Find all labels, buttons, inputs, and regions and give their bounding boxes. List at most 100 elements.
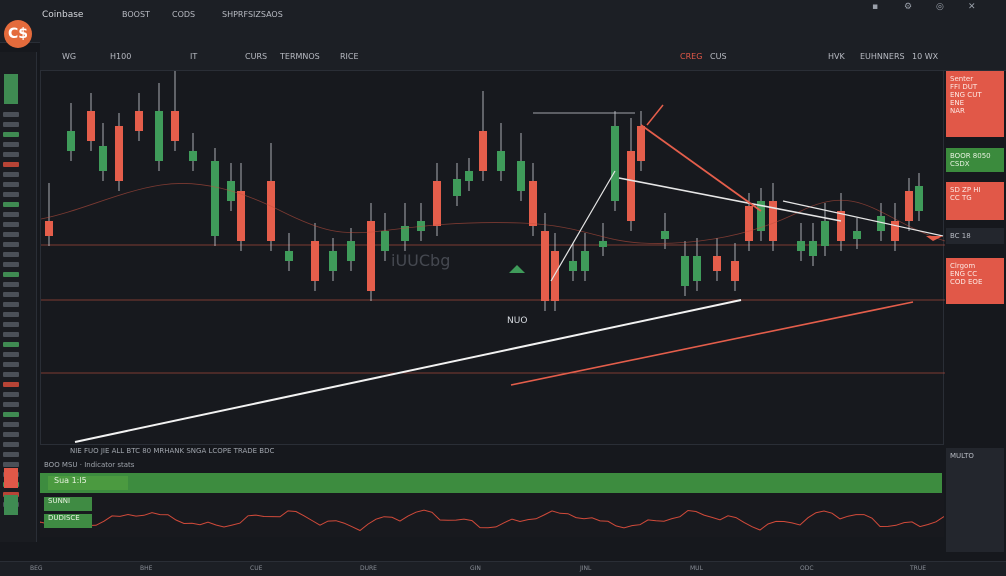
candle-body — [311, 241, 319, 281]
price-chart[interactable]: NUO iUUCbg — [40, 68, 946, 446]
sell-line: NAR — [950, 107, 965, 115]
candle-body — [211, 161, 219, 236]
candlestick-canvas[interactable]: NUO iUUCbg — [40, 68, 946, 446]
minimize-icon[interactable]: ▪ — [872, 2, 878, 12]
watchlist-row[interactable] — [3, 272, 19, 277]
toolbar-item[interactable]: 10 WX — [912, 52, 938, 61]
watchlist-row[interactable] — [3, 182, 19, 187]
watchlist-row[interactable] — [3, 332, 19, 337]
candle-body — [189, 151, 197, 161]
watchlist-row[interactable] — [3, 262, 19, 267]
watchlist-row[interactable] — [3, 232, 19, 237]
watchlist-row[interactable] — [3, 462, 19, 467]
watchlist-row[interactable] — [3, 402, 19, 407]
watchlist-row[interactable] — [3, 242, 19, 247]
watchlist-row[interactable] — [3, 252, 19, 257]
watchlist-row[interactable] — [3, 202, 19, 207]
chart-marker-label: NUO — [507, 316, 527, 326]
watchlist-row[interactable] — [3, 352, 19, 357]
candle-body — [45, 221, 53, 236]
indicator-button[interactable]: DUDISCE — [44, 514, 92, 528]
toolbar-item[interactable]: H100 — [110, 52, 131, 61]
order-panel[interactable]: SD ZP HI CC TG — [946, 182, 1004, 220]
watchlist-row[interactable] — [3, 172, 19, 177]
bottom-bar-item[interactable]: CUE — [250, 565, 262, 572]
indicator-button[interactable]: SUNNI — [44, 497, 92, 511]
candle-body — [809, 241, 817, 256]
watchlist-item[interactable] — [4, 468, 18, 488]
order-book-panel[interactable]: MULTO — [946, 448, 1004, 552]
toolbar-item[interactable]: CURS — [245, 52, 267, 61]
candle-body — [853, 231, 861, 239]
bottom-bar-item[interactable]: JINL — [580, 565, 591, 572]
bottom-bar-item[interactable]: GIN — [470, 565, 481, 572]
candle-body — [627, 151, 635, 221]
chart-toolbar: WG H100 IT CURS TERMNOS RICE CREG CUS HV… — [40, 42, 1006, 71]
bottom-bar-item[interactable]: BEG — [30, 565, 43, 572]
watchlist-row[interactable] — [3, 292, 19, 297]
candle-body — [517, 161, 525, 191]
menu-item[interactable]: BOOST — [122, 10, 150, 19]
toolbar-item[interactable]: EUHNNERS — [860, 52, 905, 61]
watchlist-row[interactable] — [3, 452, 19, 457]
indicator-panel[interactable] — [39, 493, 945, 537]
bottom-bar-item[interactable]: DURE — [360, 565, 377, 572]
bottom-bar-item[interactable]: TRUE — [910, 565, 926, 572]
bottom-bar-item[interactable]: ODC — [800, 565, 814, 572]
watchlist-item[interactable] — [4, 495, 18, 515]
buy-panel[interactable]: BOOR 8050 CSDX — [946, 148, 1004, 172]
watchlist-row[interactable] — [3, 312, 19, 317]
toolbar-item[interactable]: IT — [190, 52, 197, 61]
candle-body — [905, 191, 913, 221]
order-value: CC TG — [950, 194, 972, 202]
toolbar-item[interactable]: CUS — [710, 52, 727, 61]
candle-body — [381, 231, 389, 251]
toolbar-item[interactable]: RICE — [340, 52, 359, 61]
watchlist-row[interactable] — [3, 422, 19, 427]
watchlist-row[interactable] — [3, 142, 19, 147]
app-logo[interactable]: C$ — [4, 20, 32, 48]
indicator-title: BOO MSU · Indicator stats — [44, 461, 135, 469]
watchlist-row[interactable] — [3, 362, 19, 367]
watchlist-row[interactable] — [3, 122, 19, 127]
watchlist-row[interactable] — [3, 112, 19, 117]
toolbar-item[interactable]: CREG — [680, 52, 702, 61]
watchlist-row[interactable] — [3, 412, 19, 417]
menu-item[interactable]: CODS — [172, 10, 195, 19]
settings-icon[interactable]: ⚙ — [904, 2, 912, 12]
watchlist-row[interactable] — [3, 212, 19, 217]
search-icon[interactable]: ◎ — [936, 2, 944, 12]
watchlist-row[interactable] — [3, 162, 19, 167]
watchlist-row[interactable] — [3, 192, 19, 197]
watchlist-row[interactable] — [3, 282, 19, 287]
toolbar-item[interactable]: TERMNOS — [280, 52, 320, 61]
top-bar — [0, 0, 1006, 43]
watchlist-row[interactable] — [3, 372, 19, 377]
bottom-bar-item[interactable]: BHE — [140, 565, 152, 572]
candle-body — [329, 251, 337, 271]
watchlist-row[interactable] — [3, 302, 19, 307]
menu-item[interactable]: SHPRFSIZSAOS — [222, 10, 283, 19]
sell-panel[interactable]: Senter FFI DUT ENG CUT ENE NAR — [946, 71, 1004, 137]
watchlist-row[interactable] — [3, 442, 19, 447]
watchlist-row[interactable] — [3, 152, 19, 157]
watchlist-row[interactable] — [3, 382, 19, 387]
bottom-bar-item[interactable]: MUL — [690, 565, 703, 572]
position-panel[interactable]: Clrgom ENG CC COD EOE — [946, 258, 1004, 304]
candle-body — [713, 256, 721, 271]
bottom-bar: BEG BHE CUE DURE GIN JINL MUL ODC TRUE — [0, 561, 1006, 576]
watchlist-row[interactable] — [3, 432, 19, 437]
watchlist-row[interactable] — [3, 132, 19, 137]
watchlist-row[interactable] — [3, 322, 19, 327]
toolbar-item[interactable]: WG — [62, 52, 76, 61]
watchlist-row[interactable] — [3, 392, 19, 397]
candle-body — [915, 186, 923, 211]
close-icon[interactable]: ✕ — [968, 2, 976, 12]
candle-body — [99, 146, 107, 171]
watchlist-row[interactable] — [3, 342, 19, 347]
candle-body — [155, 111, 163, 161]
buy-label: BOOR 8050 — [950, 152, 991, 160]
watchlist-item[interactable] — [4, 74, 18, 104]
watchlist-row[interactable] — [3, 222, 19, 227]
toolbar-item[interactable]: HVK — [828, 52, 845, 61]
